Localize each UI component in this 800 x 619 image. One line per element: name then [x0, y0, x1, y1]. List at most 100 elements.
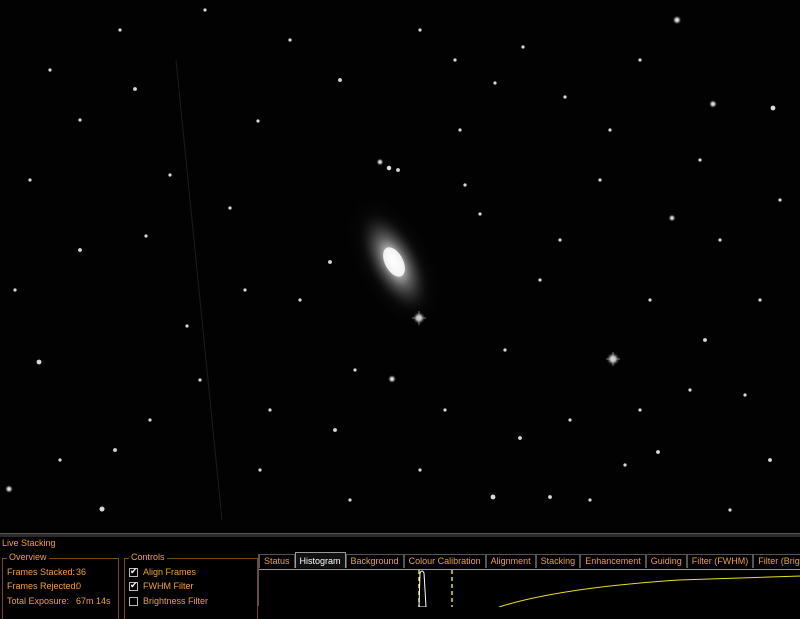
total-exposure-value: 67m 14s [76, 596, 111, 606]
star [718, 238, 722, 242]
overview-legend: Overview [7, 552, 49, 562]
tab-guiding[interactable]: Guiding [645, 554, 687, 568]
star [648, 298, 652, 302]
star [688, 388, 692, 392]
controls-legend: Controls [129, 552, 167, 562]
frames-stacked-row: Frames Stacked: 36 [7, 567, 86, 577]
stat-label: Total Exposure: [7, 596, 70, 606]
brightness-filter-checkbox[interactable]: Brightness Filter [129, 596, 208, 607]
star [376, 158, 384, 166]
star [144, 234, 148, 238]
tab-background[interactable]: Background [345, 554, 404, 568]
star [558, 238, 562, 242]
star [13, 288, 17, 292]
star [563, 95, 567, 99]
live-stacking-panel: Live Stacking Overview Frames Stacked: 3… [0, 537, 800, 619]
star [518, 436, 522, 440]
star [4, 484, 14, 494]
star [708, 99, 718, 109]
star [703, 338, 707, 342]
star [490, 494, 496, 500]
star [78, 118, 82, 122]
star [36, 359, 42, 365]
fwhm-filter-label: FWHM Filter [143, 581, 194, 591]
star [758, 298, 762, 302]
tab-status[interactable]: Status [259, 554, 295, 568]
star [387, 374, 397, 384]
star [99, 506, 105, 512]
star [443, 408, 447, 412]
star [638, 58, 642, 62]
star [328, 260, 332, 264]
star [768, 458, 772, 462]
star [743, 393, 747, 397]
stacked-image-view[interactable] [0, 0, 800, 533]
star [298, 298, 302, 302]
histogram-plot[interactable] [259, 569, 800, 607]
star [493, 81, 497, 85]
tab-filter-brightness[interactable]: Filter (Brightness [753, 554, 800, 568]
star [113, 448, 117, 452]
star [243, 288, 247, 292]
star [608, 128, 612, 132]
star [203, 8, 207, 12]
brightness-filter-label: Brightness Filter [143, 596, 209, 606]
star [228, 206, 232, 210]
align-frames-label: Align Frames [143, 567, 197, 577]
star [770, 105, 776, 111]
star [598, 178, 602, 182]
star [503, 348, 507, 352]
tab-colour-calibration[interactable]: Colour Calibration [403, 554, 486, 568]
star [418, 28, 422, 32]
star [396, 168, 400, 172]
align-frames-checkbox[interactable]: ✔ Align Frames [129, 566, 197, 578]
tab-stacking[interactable]: Stacking [535, 554, 581, 568]
checkmark-icon: ✔ [130, 566, 138, 576]
star [778, 198, 782, 202]
fwhm-filter-checkbox[interactable]: ✔ FWHM Filter [129, 580, 194, 592]
star [268, 408, 272, 412]
checkbox-box[interactable]: ✔ [129, 580, 138, 591]
star [588, 498, 592, 502]
star [623, 463, 627, 467]
checkbox-box[interactable] [129, 597, 138, 606]
star [672, 15, 682, 25]
total-exposure-row: Total Exposure: 67m 14s [7, 596, 111, 606]
star [198, 378, 202, 382]
tab-filter-fwhm[interactable]: Filter (FWHM) [686, 554, 754, 568]
stat-label: Frames Stacked: [7, 567, 76, 577]
star [48, 68, 52, 72]
star [418, 468, 422, 472]
stat-label: Frames Rejected: [7, 581, 79, 591]
star [333, 428, 337, 432]
controls-group: Controls ✔ Align Frames ✔ FWHM Filter Brig… [124, 552, 258, 619]
tab-control: Status Histogram Background Colour Calibrat… [258, 552, 800, 607]
star [478, 212, 482, 216]
overview-group: Overview Frames Stacked: 36 Frames Rejec… [2, 552, 119, 619]
star [458, 128, 462, 132]
star [568, 418, 572, 422]
star [463, 183, 467, 187]
star [668, 214, 676, 222]
tab-enhancement[interactable]: Enhancement [580, 554, 646, 568]
star [548, 495, 552, 499]
star [58, 458, 62, 462]
star [386, 165, 392, 171]
frames-stacked-value: 36 [76, 567, 87, 577]
tab-alignment[interactable]: Alignment [485, 554, 536, 568]
tab-histogram[interactable]: Histogram [294, 552, 346, 568]
star [258, 468, 262, 472]
star [728, 508, 732, 512]
star [133, 87, 137, 91]
star [521, 45, 525, 49]
star [288, 38, 292, 42]
tab-bar: Status Histogram Background Colour Calibrat… [259, 552, 800, 568]
star [353, 368, 357, 372]
checkmark-icon: ✔ [130, 580, 138, 590]
frames-rejected-row: Frames Rejected: 0 [7, 581, 81, 591]
star [698, 158, 702, 162]
star [78, 248, 82, 252]
panel-title: Live Stacking [2, 538, 56, 548]
checkbox-box[interactable]: ✔ [129, 566, 138, 577]
star [185, 324, 189, 328]
